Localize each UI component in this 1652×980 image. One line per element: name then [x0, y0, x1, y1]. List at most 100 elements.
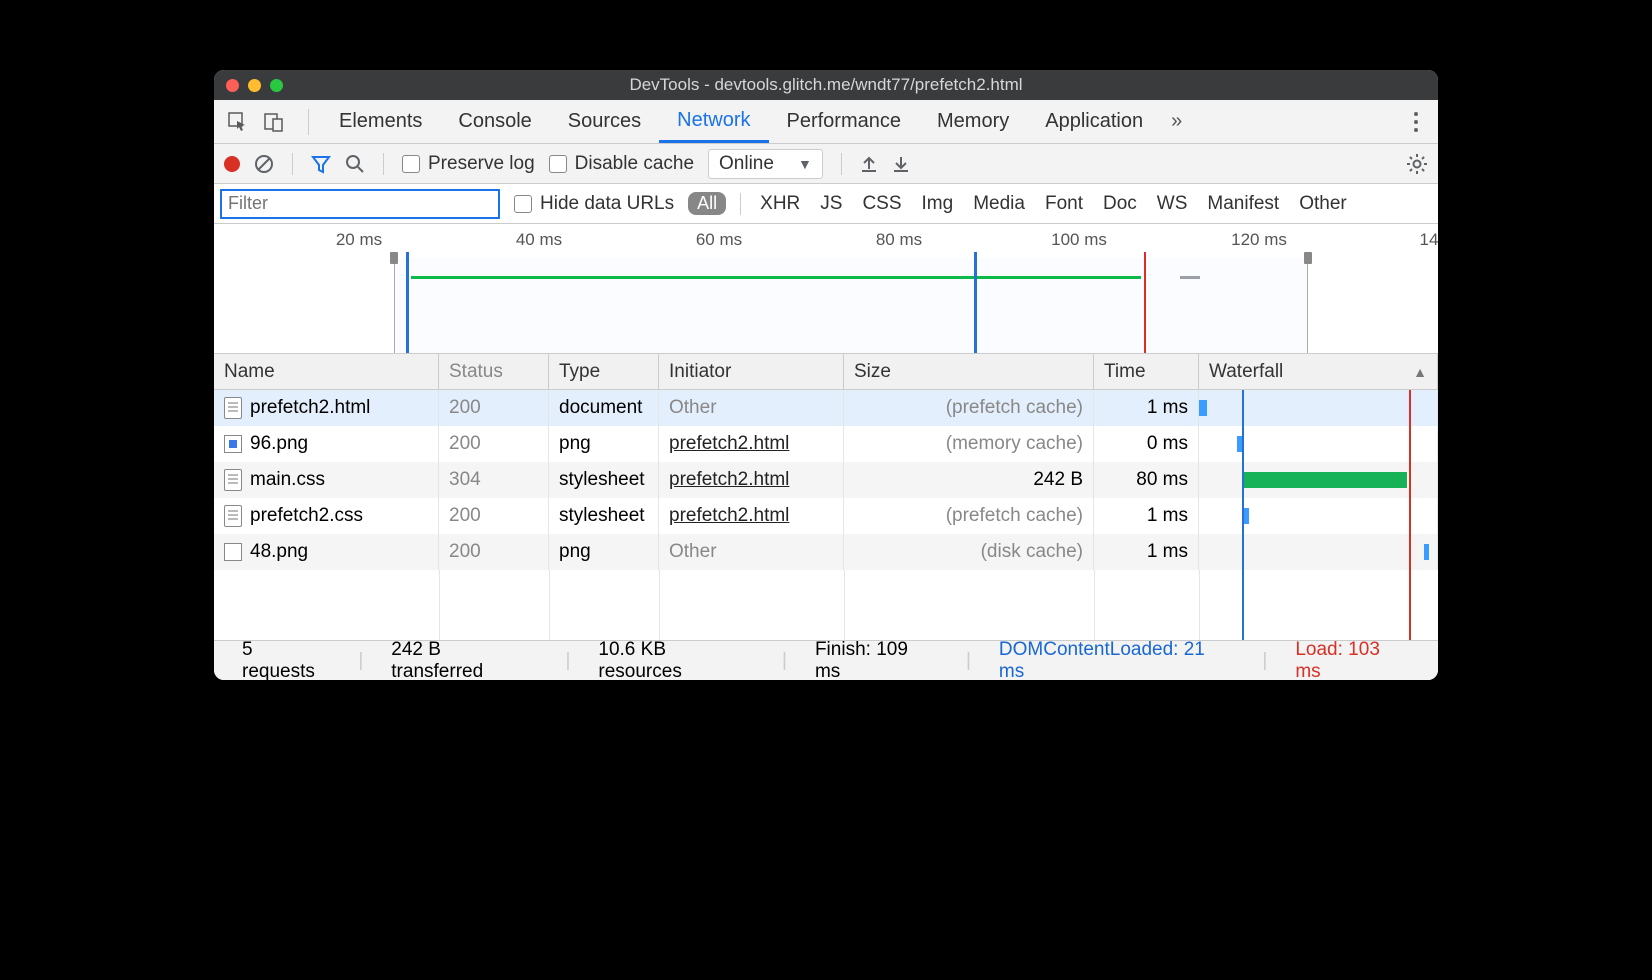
clear-icon[interactable] [254, 154, 274, 174]
request-size: (memory cache) [844, 426, 1094, 462]
timeline-handle-right[interactable] [1304, 252, 1312, 264]
request-type: png [549, 534, 659, 570]
table-row[interactable]: prefetch2.css200stylesheetprefetch2.html… [214, 498, 1438, 534]
tab-network[interactable]: Network [659, 100, 768, 143]
request-name: main.css [250, 469, 325, 491]
search-icon[interactable] [345, 154, 365, 174]
filter-type-media[interactable]: Media [968, 193, 1030, 215]
request-type: png [549, 426, 659, 462]
status-requests: 5 requests [228, 639, 344, 681]
filter-bar: Hide data URLs All XHR JS CSS Img Media Font D… [214, 184, 1438, 224]
filter-type-other[interactable]: Other [1294, 193, 1352, 215]
request-status: 304 [439, 462, 549, 498]
file-icon [224, 469, 242, 491]
throttling-select[interactable]: Online▼ [708, 149, 823, 179]
minimize-window-button[interactable] [248, 79, 261, 92]
filter-input[interactable] [220, 189, 500, 219]
col-time[interactable]: Time [1094, 354, 1199, 389]
inspect-icon[interactable] [224, 108, 252, 136]
status-transferred: 242 B transferred [377, 639, 551, 681]
request-waterfall [1199, 462, 1438, 498]
col-type[interactable]: Type [549, 354, 659, 389]
table-row[interactable]: prefetch2.html 200document Other (prefetch … [214, 390, 1438, 426]
request-size: (prefetch cache) [844, 390, 1094, 426]
filter-type-manifest[interactable]: Manifest [1202, 193, 1284, 215]
timeline-tick-label: 20 ms [336, 230, 382, 250]
request-size: 242 B [844, 462, 1094, 498]
filter-type-xhr[interactable]: XHR [755, 193, 805, 215]
devtools-window: DevTools - devtools.glitch.me/wndt77/pre… [214, 70, 1438, 680]
status-resources: 10.6 KB resources [584, 639, 768, 681]
request-status: 200 [439, 426, 549, 462]
tab-memory[interactable]: Memory [919, 100, 1027, 143]
timeline-tick-label: 40 ms [516, 230, 562, 250]
timeline-tick-label: 14 [1420, 230, 1438, 250]
table-row[interactable]: 48.png200pngOther(disk cache)1 ms [214, 534, 1438, 570]
col-waterfall[interactable]: Waterfall▲ [1199, 354, 1438, 389]
hide-data-urls-checkbox[interactable]: Hide data URLs [514, 193, 674, 215]
request-initiator[interactable]: prefetch2.html [669, 433, 789, 455]
col-status[interactable]: Status [439, 354, 549, 389]
filter-type-img[interactable]: Img [917, 193, 959, 215]
request-time: 0 ms [1094, 426, 1199, 462]
disable-cache-checkbox[interactable]: Disable cache [549, 153, 694, 175]
request-type: stylesheet [549, 462, 659, 498]
tabs-separator [308, 109, 309, 135]
col-name[interactable]: Name [214, 354, 439, 389]
device-toggle-icon[interactable] [260, 108, 288, 136]
main-tabs: ElementsConsoleSourcesNetworkPerformance… [214, 100, 1438, 144]
settings-gear-icon[interactable] [1406, 153, 1428, 175]
filter-type-doc[interactable]: Doc [1098, 193, 1142, 215]
request-size: (prefetch cache) [844, 498, 1094, 534]
col-size[interactable]: Size [844, 354, 1094, 389]
maximize-window-button[interactable] [270, 79, 283, 92]
tab-performance[interactable]: Performance [769, 100, 920, 143]
more-tabs-button[interactable]: » [1161, 110, 1192, 133]
request-time: 1 ms [1094, 534, 1199, 570]
request-status: 200 [439, 498, 549, 534]
record-button[interactable] [224, 156, 240, 172]
filter-type-font[interactable]: Font [1040, 193, 1088, 215]
window-title: DevTools - devtools.glitch.me/wndt77/pre… [214, 75, 1438, 95]
table-row[interactable]: 96.png200pngprefetch2.html(memory cache)… [214, 426, 1438, 462]
download-har-icon[interactable] [892, 155, 910, 173]
tab-application[interactable]: Application [1027, 100, 1161, 143]
request-initiator[interactable]: prefetch2.html [669, 469, 789, 491]
filter-icon[interactable] [311, 154, 331, 174]
request-waterfall [1199, 498, 1438, 534]
tab-sources[interactable]: Sources [550, 100, 659, 143]
tab-console[interactable]: Console [440, 100, 549, 143]
request-name: prefetch2.html [250, 397, 370, 419]
request-size: (disk cache) [844, 534, 1094, 570]
request-type: document [549, 390, 659, 426]
request-status: 200 [439, 390, 549, 426]
table-row[interactable]: main.css 304stylesheet prefetch2.html 242 B… [214, 462, 1438, 498]
filter-type-js[interactable]: JS [815, 193, 847, 215]
request-initiator[interactable]: prefetch2.html [669, 505, 789, 527]
request-status: 200 [439, 534, 549, 570]
sort-arrow-icon: ▲ [1413, 364, 1427, 380]
col-initiator[interactable]: Initiator [659, 354, 844, 389]
status-load: Load: 103 ms [1281, 639, 1424, 681]
file-icon [224, 505, 242, 527]
image-icon [224, 543, 242, 561]
status-finish: Finish: 109 ms [801, 639, 952, 681]
upload-har-icon[interactable] [860, 155, 878, 173]
filter-type-ws[interactable]: WS [1152, 193, 1193, 215]
filter-type-all[interactable]: All [688, 192, 726, 215]
request-name: prefetch2.css [250, 505, 363, 527]
timeline-handle-left[interactable] [390, 252, 398, 264]
request-initiator: Other [669, 397, 717, 419]
request-time: 1 ms [1094, 390, 1199, 426]
timeline-tick-label: 100 ms [1051, 230, 1107, 250]
preserve-log-checkbox[interactable]: Preserve log [402, 153, 535, 175]
tab-elements[interactable]: Elements [321, 100, 440, 143]
request-waterfall [1199, 426, 1438, 462]
table-empty-area [214, 570, 1438, 640]
timeline-overview[interactable]: 20 ms40 ms60 ms80 ms100 ms120 ms14 [214, 224, 1438, 354]
status-bar: 5 requests | 242 B transferred | 10.6 KB… [214, 640, 1438, 680]
kebab-menu-icon[interactable] [1404, 112, 1428, 132]
filter-type-css[interactable]: CSS [857, 193, 906, 215]
traffic-lights [214, 79, 283, 92]
close-window-button[interactable] [226, 79, 239, 92]
